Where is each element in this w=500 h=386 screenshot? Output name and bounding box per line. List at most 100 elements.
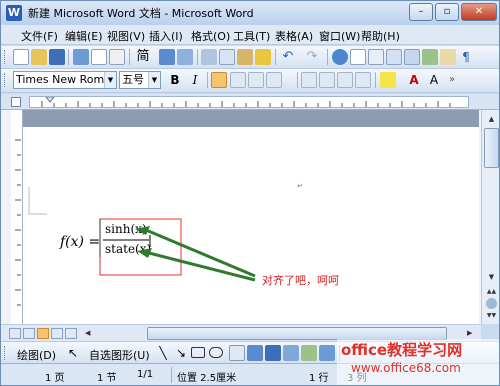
diagram-icon[interactable]: [265, 345, 281, 361]
menu-tools[interactable]: 工具(T): [233, 28, 270, 44]
oval-tool-icon[interactable]: [209, 347, 223, 358]
menu-view[interactable]: 视图(V): [107, 28, 145, 44]
menu-file[interactable]: 文件(F): [21, 28, 58, 44]
next-page-icon[interactable]: ▼▼: [484, 310, 499, 322]
align-right-icon[interactable]: [248, 72, 264, 88]
simplified-traditional-icon[interactable]: 简: [135, 49, 151, 65]
autoshapes-menu-button[interactable]: 自选图形(U): [89, 347, 150, 363]
menu-table[interactable]: 表格(A): [275, 28, 313, 44]
decrease-indent-icon[interactable]: [337, 72, 353, 88]
drawing-icon[interactable]: [422, 49, 438, 65]
minimize-button[interactable]: –: [409, 3, 433, 21]
select-objects-icon[interactable]: ↖: [65, 345, 81, 361]
print-layout-view-icon[interactable]: [37, 328, 49, 339]
research-icon[interactable]: [177, 49, 193, 65]
new-document-icon[interactable]: [13, 49, 29, 65]
menu-edit[interactable]: 编辑(E): [65, 28, 103, 44]
horizontal-ruler[interactable]: [1, 94, 499, 110]
insert-picture-icon[interactable]: [301, 345, 317, 361]
scroll-left-icon[interactable]: ◀: [85, 328, 95, 339]
align-left-icon[interactable]: [211, 72, 227, 88]
insert-table-icon[interactable]: [368, 49, 384, 65]
columns-icon[interactable]: [404, 49, 420, 65]
draw-menu-button[interactable]: 绘图(D): [17, 347, 56, 363]
vertical-ruler[interactable]: [11, 110, 23, 324]
scroll-right-icon[interactable]: ▶: [467, 328, 477, 339]
paragraph-mark: ↵: [297, 182, 303, 190]
menu-format[interactable]: 格式(O): [191, 28, 230, 44]
window-title: 新建 Microsoft Word 文档 - Microsoft Word: [28, 7, 254, 20]
normal-view-icon[interactable]: [9, 328, 21, 339]
toolbar-grip[interactable]: [4, 50, 7, 64]
numbering-icon[interactable]: [301, 72, 317, 88]
line-tool-icon[interactable]: ╲: [155, 345, 171, 361]
undo-icon[interactable]: ↶: [280, 49, 296, 65]
fill-color-icon[interactable]: [319, 345, 335, 361]
margin-corner-mark: [28, 187, 47, 215]
increase-indent-icon[interactable]: [355, 72, 371, 88]
restore-button[interactable]: ▫: [435, 3, 459, 21]
chevron-down-icon[interactable]: ▼: [148, 72, 160, 88]
document-map-icon[interactable]: [440, 49, 456, 65]
status-position: 位置 2.5厘米: [177, 373, 237, 384]
tab-selector-icon[interactable]: [11, 97, 21, 107]
print-preview-icon[interactable]: [109, 49, 125, 65]
spelling-icon[interactable]: [159, 49, 175, 65]
annotation-text: 对齐了吧，呵呵: [262, 273, 339, 287]
formatting-toolbar: Times New Roman ▼ 五号 ▼ B I A A »: [1, 69, 499, 93]
justify-icon[interactable]: [266, 72, 282, 88]
permission-icon[interactable]: [73, 49, 89, 65]
web-view-icon[interactable]: [23, 328, 35, 339]
italic-button[interactable]: I: [187, 72, 203, 88]
chevron-down-icon[interactable]: ▼: [104, 72, 116, 88]
rectangle-tool-icon[interactable]: [191, 347, 205, 358]
menu-window[interactable]: 窗口(W): [319, 28, 360, 44]
close-button[interactable]: ✕: [461, 3, 497, 21]
browse-object-icon[interactable]: [486, 298, 497, 309]
open-folder-icon[interactable]: [31, 49, 47, 65]
toolbar-grip[interactable]: [4, 73, 7, 87]
save-icon[interactable]: [49, 49, 65, 65]
outline-view-icon[interactable]: [51, 328, 63, 339]
options-icon[interactable]: »: [444, 72, 460, 88]
word-app-icon[interactable]: W: [6, 5, 22, 21]
print-icon[interactable]: [91, 49, 107, 65]
hyperlink-icon[interactable]: [332, 49, 348, 65]
format-painter-icon[interactable]: [255, 49, 271, 65]
menu-help[interactable]: 帮助(H): [361, 28, 400, 44]
copy-icon[interactable]: [219, 49, 235, 65]
previous-page-icon[interactable]: ▲▲: [484, 286, 499, 298]
insert-excel-icon[interactable]: [386, 49, 402, 65]
toolbar-grip[interactable]: [4, 346, 7, 360]
redo-icon[interactable]: ↷: [304, 49, 320, 65]
title-bar: W 新建 Microsoft Word 文档 - Microsoft Word …: [1, 1, 499, 25]
font-name-combo[interactable]: Times New Roman ▼: [13, 71, 117, 89]
document-page[interactable]: ↵ f(x) = sinh(x) state(x) 对齐了吧，呵呵: [23, 110, 479, 324]
grow-font-icon[interactable]: A: [426, 72, 442, 88]
scroll-up-icon[interactable]: ▲: [484, 112, 499, 126]
menu-insert[interactable]: 插入(I): [149, 28, 183, 44]
font-size-combo[interactable]: 五号 ▼: [119, 71, 161, 89]
toolbar-separator: [197, 49, 198, 65]
status-section: 1 节: [97, 373, 117, 384]
tables-borders-icon[interactable]: [350, 49, 366, 65]
highlight-icon[interactable]: [380, 72, 396, 88]
status-separator: [171, 367, 172, 383]
bullets-icon[interactable]: [319, 72, 335, 88]
arrow-tool-icon[interactable]: ↘: [173, 345, 189, 361]
font-color-icon[interactable]: A: [406, 72, 422, 88]
align-center-icon[interactable]: [230, 72, 246, 88]
cut-icon[interactable]: [201, 49, 217, 65]
show-hide-icon[interactable]: ¶: [458, 49, 474, 65]
vertical-scrollbar[interactable]: ▲ ▼ ▲▲ ▼▼: [481, 110, 499, 324]
bold-button[interactable]: B: [167, 72, 183, 88]
text-box-icon[interactable]: [229, 345, 245, 361]
paste-icon[interactable]: [237, 49, 253, 65]
reading-view-icon[interactable]: [65, 328, 77, 339]
clip-art-icon[interactable]: [283, 345, 299, 361]
scroll-down-icon[interactable]: ▼: [484, 270, 499, 284]
scroll-thumb[interactable]: [484, 128, 499, 168]
watermark: office教程学习网 www.office68.com: [337, 339, 499, 385]
wordart-icon[interactable]: [247, 345, 263, 361]
toolbar-separator: [375, 72, 376, 88]
